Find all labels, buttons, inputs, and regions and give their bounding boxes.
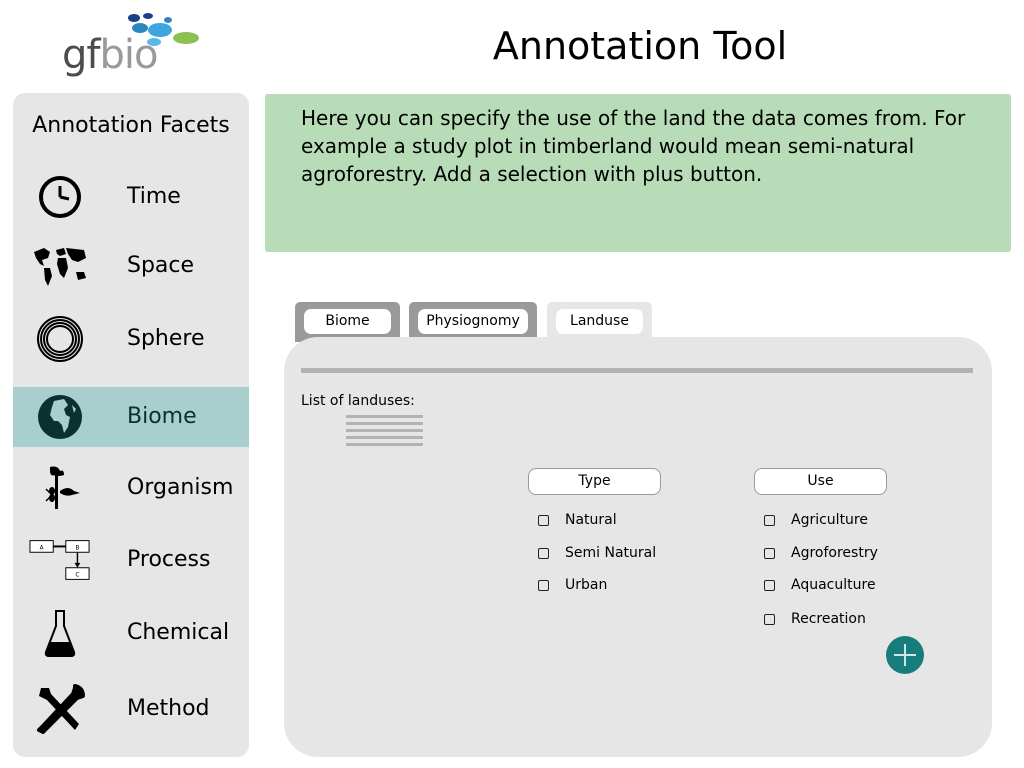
facet-biome[interactable]: Biome <box>13 387 249 447</box>
sidebar-title: Annotation Facets <box>32 113 230 138</box>
facet-label: Space <box>127 253 195 278</box>
landuse-panel: List of landuses: Type Use Natural Semi … <box>284 337 992 757</box>
checkbox[interactable] <box>538 548 549 559</box>
facet-organism[interactable]: Organism <box>13 458 249 518</box>
facet-label: Organism <box>127 475 234 500</box>
info-box: Here you can specify the use of the land… <box>265 94 1011 252</box>
svg-text:A: A <box>40 545 44 551</box>
landuse-list <box>346 415 423 450</box>
logo-text-bio: bio <box>99 32 158 78</box>
facet-sphere[interactable]: Sphere <box>13 309 249 369</box>
facet-time[interactable]: Time <box>13 167 249 227</box>
add-selection-button[interactable] <box>886 636 924 674</box>
use-header[interactable]: Use <box>754 468 887 495</box>
info-text: Here you can specify the use of the land… <box>301 106 966 186</box>
facet-label: Chemical <box>127 620 230 645</box>
svg-text:B: B <box>75 545 79 551</box>
tab-biome[interactable]: Biome <box>295 302 400 342</box>
checkbox[interactable] <box>764 515 775 526</box>
option-label: Aquaculture <box>791 577 876 593</box>
globe-icon <box>29 387 91 447</box>
option-label: Agroforestry <box>791 545 878 561</box>
option-label: Semi Natural <box>565 545 657 561</box>
world-map-icon <box>29 236 91 296</box>
flask-icon <box>29 603 91 663</box>
facet-label: Time <box>127 184 181 209</box>
tab-landuse[interactable]: Landuse <box>547 302 652 342</box>
facet-method[interactable]: Method <box>13 679 249 739</box>
checkbox[interactable] <box>764 548 775 559</box>
organism-icon <box>29 458 91 518</box>
divider <box>301 368 973 373</box>
option-label: Recreation <box>791 611 866 627</box>
facet-label: Sphere <box>127 326 205 351</box>
app-title: Annotation Tool <box>492 24 788 68</box>
facet-space[interactable]: Space <box>13 236 249 296</box>
checkbox[interactable] <box>538 580 549 591</box>
checkbox[interactable] <box>764 580 775 591</box>
option-label: Natural <box>565 512 617 528</box>
logo-text: gfbio <box>62 32 158 78</box>
tab-physiognomy[interactable]: Physiognomy <box>409 302 537 342</box>
facet-chemical[interactable]: Chemical <box>13 603 249 663</box>
facet-label: Method <box>127 696 210 721</box>
concentric-circles-icon <box>29 309 91 369</box>
logo-text-gf: gf <box>62 32 100 78</box>
option-label: Urban <box>565 577 608 593</box>
list-title: List of landuses: <box>301 393 415 409</box>
type-header[interactable]: Type <box>528 468 661 495</box>
tab-label: Physiognomy <box>418 309 528 334</box>
checkbox[interactable] <box>764 614 775 625</box>
tab-label: Landuse <box>556 309 643 334</box>
flowchart-icon: A B C <box>29 530 91 590</box>
facet-label: Process <box>127 547 211 572</box>
facet-process[interactable]: A B C Process <box>13 530 249 590</box>
facet-label: Biome <box>127 404 197 429</box>
tab-label: Biome <box>304 309 391 334</box>
clock-icon <box>29 167 91 227</box>
facets-sidebar: Annotation Facets Time Space Sphere Biom… <box>13 93 249 757</box>
checkbox[interactable] <box>538 515 549 526</box>
tools-icon <box>29 679 91 739</box>
option-label: Agriculture <box>791 512 868 528</box>
svg-text:C: C <box>75 572 79 578</box>
gfbio-logo: gfbio <box>56 8 206 80</box>
